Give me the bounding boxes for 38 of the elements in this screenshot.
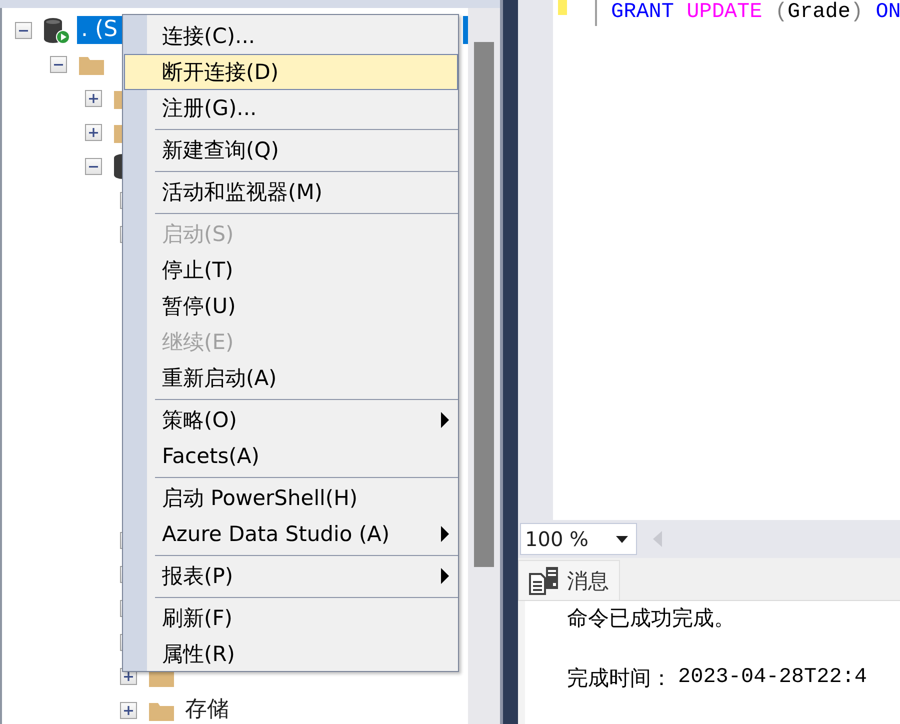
tree-item[interactable]: . (S — [77, 16, 125, 44]
message-value: 2023-04-28T22:4 — [678, 665, 868, 691]
menu-item[interactable]: 刷新(F) — [124, 600, 458, 636]
zoom-dropdown[interactable]: 100 % — [520, 523, 637, 555]
menu-item[interactable]: 启动 PowerShell(H) — [124, 480, 458, 516]
menu-item[interactable]: 属性(R) — [124, 636, 458, 672]
menu-item[interactable]: 注册(G)... — [124, 90, 458, 126]
menu-item[interactable]: 活动和监视器(M) — [124, 174, 458, 210]
scrollbar-thumb[interactable] — [474, 42, 494, 567]
message-text: 命令已成功完成。 — [567, 605, 736, 632]
expand-toggle[interactable] — [85, 124, 102, 140]
menu-item[interactable]: 断开连接(D) — [124, 54, 458, 90]
message-label: 完成时间： — [567, 665, 672, 692]
splitter[interactable] — [500, 0, 518, 724]
menu-item[interactable]: 策略(O) — [124, 402, 458, 438]
plus-icon — [88, 92, 99, 104]
menu-item[interactable]: 重新启动(A) — [124, 360, 458, 396]
expand-toggle[interactable] — [85, 90, 102, 106]
menu-item[interactable]: 连接(C)... — [124, 18, 458, 54]
menu-item[interactable]: Azure Data Studio (A) — [124, 516, 458, 552]
change-marker — [558, 0, 567, 15]
messages-tab[interactable]: 消息 — [518, 560, 620, 600]
menu-item[interactable]: 报表(P) — [124, 558, 458, 594]
expand-toggle[interactable] — [120, 702, 137, 718]
tree-item[interactable]: 存储 — [181, 696, 233, 724]
message-icon — [529, 566, 559, 595]
collapse-toggle[interactable] — [15, 22, 32, 38]
menu-item[interactable]: 新建查询(Q) — [124, 132, 458, 168]
collapse-toggle[interactable] — [50, 56, 67, 72]
menu-item[interactable]: 暂停(U) — [124, 288, 458, 324]
menu-item[interactable]: 停止(T) — [124, 252, 458, 288]
menu-item[interactable]: Facets(A) — [124, 438, 458, 474]
plus-icon — [123, 670, 134, 682]
plus-icon — [123, 704, 134, 716]
database-server-icon — [43, 16, 71, 44]
collapse-toggle[interactable] — [85, 158, 102, 174]
plus-icon — [88, 126, 99, 138]
caret-icon — [616, 536, 628, 542]
